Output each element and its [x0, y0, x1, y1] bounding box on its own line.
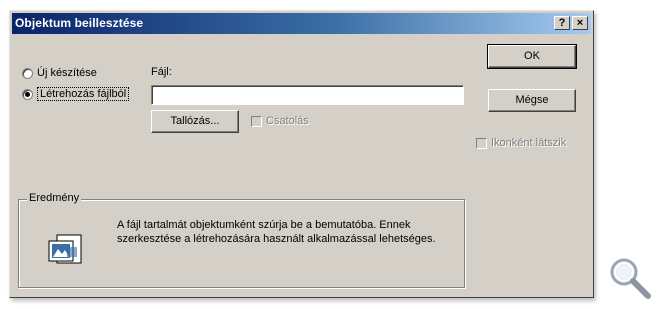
- radio-create-from-file[interactable]: Létrehozás fájlból: [22, 87, 130, 101]
- radio-create-new[interactable]: Új készítése: [22, 67, 97, 79]
- close-button[interactable]: ×: [572, 16, 588, 30]
- file-label: Fájl:: [151, 66, 172, 78]
- display-as-icon-checkbox[interactable]: [476, 137, 487, 149]
- display-as-icon-row[interactable]: Ikonként látszik: [476, 137, 566, 149]
- radio-new-label: Új készítése: [37, 67, 97, 79]
- dialog-title: Objektum beillesztése: [15, 16, 144, 30]
- result-group: Eredmény A fájl tartalmát objektumként s…: [18, 192, 465, 288]
- display-as-icon-label: Ikonként látszik: [491, 137, 567, 149]
- document-picture-icon: [48, 234, 82, 264]
- result-description: A fájl tartalmát objektumként szúrja be …: [117, 219, 436, 245]
- radio-fromfile-label: Létrehozás fájlból: [37, 87, 130, 101]
- ok-button[interactable]: OK: [487, 44, 577, 69]
- radio-new-indicator[interactable]: [22, 67, 33, 79]
- link-checkbox-label: Csatolás: [266, 115, 309, 127]
- title-bar[interactable]: Objektum beillesztése ? ×: [12, 13, 591, 34]
- radio-fromfile-indicator[interactable]: [22, 88, 33, 100]
- link-checkbox[interactable]: [251, 115, 262, 127]
- file-path-input[interactable]: [151, 85, 464, 105]
- magnifier-icon[interactable]: [607, 255, 653, 301]
- help-button[interactable]: ?: [554, 16, 570, 30]
- cancel-button[interactable]: Mégse: [488, 89, 576, 112]
- insert-object-dialog: Objektum beillesztése ? × Új készítése L…: [9, 10, 594, 298]
- link-checkbox-row[interactable]: Csatolás: [251, 115, 309, 127]
- browse-button[interactable]: Tallózás...: [151, 110, 239, 133]
- result-legend: Eredmény: [27, 192, 82, 204]
